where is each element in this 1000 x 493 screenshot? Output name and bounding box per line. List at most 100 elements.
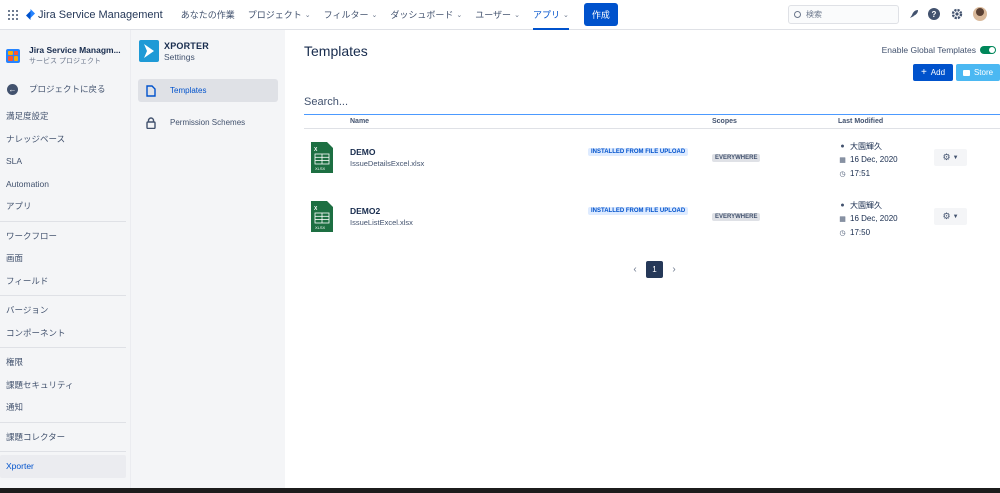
sidebar-item-apps[interactable]: アプリ	[0, 195, 130, 218]
project-sidebar: Jira Service Managm... サービス プロジェクト ← プロジ…	[0, 30, 131, 493]
nav-people[interactable]: ユーザー ⌄	[475, 0, 520, 30]
project-header[interactable]: Jira Service Managm... サービス プロジェクト	[0, 30, 130, 66]
modified-by: 大園輝久	[850, 142, 882, 151]
divider	[0, 295, 126, 296]
main-content: Templates Enable Global Templates + Add S…	[304, 30, 1000, 493]
sidebar-item-screens[interactable]: 画面	[0, 247, 130, 270]
divider	[304, 128, 1000, 129]
page-title: Templates	[304, 43, 368, 59]
store-button[interactable]: Store	[956, 64, 1000, 81]
template-name[interactable]: DEMO2	[350, 206, 380, 216]
svg-text:XLSX: XLSX	[315, 225, 326, 230]
window-bottom-edge	[0, 488, 1000, 493]
search-icon	[794, 11, 801, 18]
document-icon	[144, 84, 158, 97]
back-to-project-link[interactable]: ← プロジェクトに戻る	[0, 66, 130, 95]
global-search-input[interactable]: 検索	[788, 5, 899, 24]
global-templates-toggle[interactable]	[980, 46, 996, 54]
help-icon[interactable]: ?	[927, 7, 941, 21]
nav-filters[interactable]: フィルター ⌄	[324, 0, 378, 30]
nav-dashboards[interactable]: ダッシュボード ⌄	[390, 0, 462, 30]
nav-label: アプリ	[532, 10, 560, 20]
product-logo[interactable]: Jira Service Management	[26, 9, 163, 21]
chevron-right-icon[interactable]: ›	[667, 264, 681, 275]
main-nav: あなたの作業 プロジェクト ⌄ フィルター ⌄ ダッシュボード ⌄ ユーザー ⌄ アプリ…	[181, 0, 618, 30]
modified-by: 大園輝久	[850, 201, 882, 210]
add-button[interactable]: + Add	[913, 64, 953, 81]
top-navigation-bar: Jira Service Management あなたの作業 プロジェクト ⌄ フ…	[0, 0, 1000, 30]
clock-icon: ◷	[839, 229, 846, 237]
template-file: IssueDetailsExcel.xlsx	[350, 159, 425, 168]
column-header-scopes: Scopes	[712, 118, 737, 125]
sidebar-item-versions[interactable]: バージョン	[0, 299, 130, 322]
nav-projects[interactable]: プロジェクト ⌄	[248, 0, 311, 30]
create-button[interactable]: 作成	[583, 3, 618, 26]
xporter-subtitle: Settings	[164, 51, 195, 62]
sidebar-item-sla[interactable]: SLA	[0, 150, 130, 173]
search-placeholder: 検索	[806, 10, 822, 19]
modified-time: 17:51	[850, 169, 871, 178]
sidebar-item-automation[interactable]: Automation	[0, 173, 130, 196]
divider	[0, 220, 126, 222]
xporter-header: XPORTER Settings	[131, 30, 285, 62]
nav-label: プロジェクト	[247, 10, 302, 20]
chevron-left-icon[interactable]: ‹	[628, 264, 642, 275]
jira-logo-icon	[26, 9, 35, 20]
chevron-down-icon: ⌄	[304, 11, 311, 19]
nav-your-work[interactable]: あなたの作業	[181, 0, 235, 30]
sidebar-item-issue-security[interactable]: 課題セキュリティ	[0, 374, 130, 397]
sidebar-item-components[interactable]: コンポーネント	[0, 322, 130, 345]
divider	[0, 347, 126, 348]
settings-icon[interactable]	[950, 7, 964, 21]
page-button-current[interactable]: 1	[646, 261, 663, 278]
global-templates-toggle-row: Enable Global Templates	[882, 45, 996, 55]
column-header-last-modified: Last Modified	[838, 118, 884, 125]
template-name[interactable]: DEMO	[350, 147, 376, 157]
table-row: X XLSX DEMO IssueDetailsExcel.xlsx INSTA…	[304, 134, 1000, 192]
nav-label: ユーザー	[475, 10, 512, 20]
template-actions-button[interactable]: ⚙ ▼	[934, 208, 967, 225]
sidebar-item-workflows[interactable]: ワークフロー	[0, 225, 130, 248]
sidebar-item-knowledge-base[interactable]: ナレッジベース	[0, 128, 130, 151]
rocket-icon[interactable]	[906, 7, 920, 21]
sidebar-item-xporter[interactable]: Xporter	[0, 455, 126, 478]
nav-apps[interactable]: アプリ ⌄	[532, 0, 569, 30]
xporter-logo-icon	[139, 40, 159, 62]
menu-item-templates[interactable]: Templates	[138, 79, 278, 102]
xporter-title: XPORTER	[164, 40, 209, 51]
store-icon	[962, 69, 970, 76]
excel-file-icon: X XLSX	[311, 201, 333, 232]
nav-label: あなたの作業	[180, 10, 235, 20]
chevron-down-icon: ▼	[952, 213, 959, 220]
menu-item-permission-schemes[interactable]: Permission Schemes	[138, 111, 278, 134]
nav-label: ダッシュボード	[390, 10, 454, 20]
toggle-label: Enable Global Templates	[881, 45, 976, 55]
gear-icon: ⚙	[942, 152, 951, 162]
back-label: プロジェクトに戻る	[29, 84, 106, 94]
sidebar-item-satisfaction[interactable]: 満足度設定	[0, 105, 130, 128]
store-label: Store	[973, 68, 994, 77]
sidebar-item-notifications[interactable]: 通知	[0, 396, 130, 419]
sidebar-item-fields[interactable]: フィールド	[0, 270, 130, 293]
menu-label: Templates	[170, 86, 207, 95]
template-search-input[interactable]: Search...	[304, 96, 1000, 115]
scope-badge: EVERYWHERE	[712, 213, 761, 221]
sidebar-item-permissions[interactable]: 権限	[0, 351, 130, 374]
calendar-icon: ▦	[839, 156, 846, 164]
column-header-name: Name	[350, 118, 370, 125]
chevron-down-icon: ⌄	[514, 11, 520, 19]
sidebar-item-issue-collectors[interactable]: 課題コレクター	[0, 426, 130, 449]
menu-label: Permission Schemes	[170, 118, 246, 127]
project-type: サービス プロジェクト	[29, 58, 101, 65]
chevron-down-icon: ⌄	[456, 11, 463, 19]
svg-text:XLSX: XLSX	[315, 166, 326, 171]
scope-badge: EVERYWHERE	[712, 154, 761, 162]
excel-file-icon: X XLSX	[311, 142, 333, 173]
product-name: Jira Service Management	[38, 8, 163, 21]
apps-grid-icon[interactable]	[8, 9, 18, 20]
user-avatar[interactable]	[973, 7, 987, 21]
modified-date: 16 Dec, 2020	[850, 214, 898, 223]
template-actions-button[interactable]: ⚙ ▼	[934, 149, 967, 166]
template-file: IssueListExcel.xlsx	[350, 218, 413, 227]
chevron-down-icon: ▼	[952, 154, 959, 161]
